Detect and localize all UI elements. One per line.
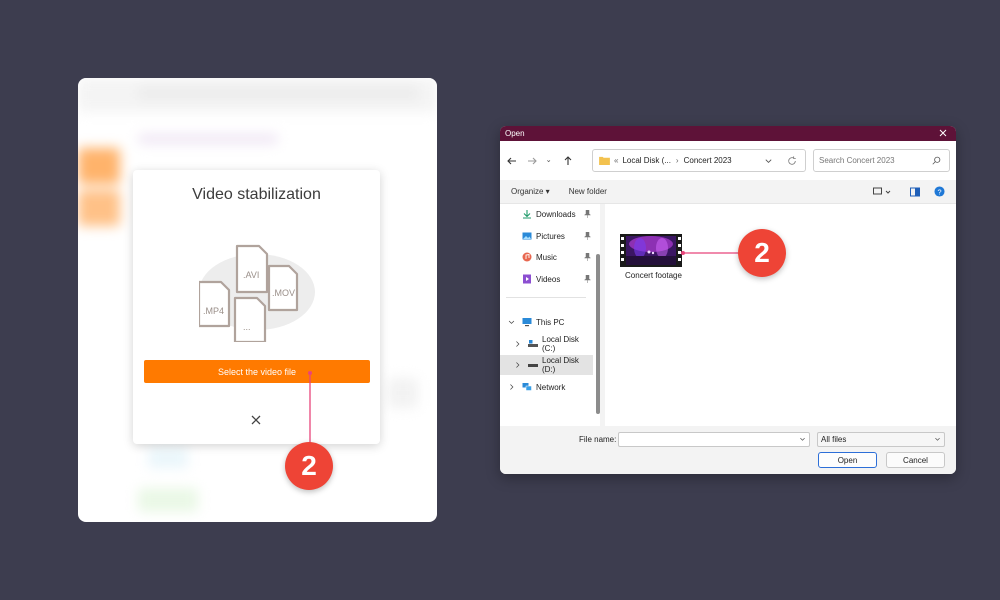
- preview-pane-icon[interactable]: [910, 187, 920, 197]
- nav-item-label: Local Disk (C:): [542, 335, 579, 353]
- more-label: ...: [243, 322, 251, 332]
- pin-icon[interactable]: [584, 253, 591, 261]
- nav-item-label: Network: [536, 382, 566, 392]
- more-file-icon: [233, 296, 267, 342]
- back-arrow-icon[interactable]: [506, 155, 518, 167]
- drive-icon: [528, 364, 538, 367]
- search-placeholder: Search Concert 2023: [819, 156, 895, 165]
- nav-item-videos[interactable]: Videos: [500, 269, 593, 289]
- command-bar: Organize ▾ New folder ?: [500, 180, 956, 204]
- file-name-input[interactable]: [618, 432, 810, 447]
- dialog-footer: File name: All files Open Cancel: [500, 426, 956, 474]
- navigation-bar: « Local Disk (... › Concert 2023 Search …: [500, 141, 956, 180]
- folder-icon: [599, 156, 610, 165]
- open-button[interactable]: Open: [818, 452, 877, 468]
- file-type-value: All files: [821, 435, 847, 444]
- nav-item-label: Videos: [536, 274, 561, 284]
- mp4-label: .MP4: [203, 306, 224, 316]
- chevron-down-icon[interactable]: [764, 157, 773, 166]
- mp4-file-icon: [199, 280, 231, 328]
- dialog-title: Video stabilization: [192, 186, 321, 203]
- left-callout-connector: [308, 371, 312, 446]
- close-icon[interactable]: [938, 128, 948, 138]
- mov-label: .MOV: [272, 288, 295, 298]
- file-name-field-label: File name:: [579, 435, 617, 444]
- nav-item-label: Local Disk (D:): [542, 356, 579, 374]
- nav-item-music[interactable]: Music: [500, 247, 593, 267]
- pin-icon[interactable]: [584, 210, 591, 218]
- breadcrumb-overflow[interactable]: «: [614, 156, 618, 165]
- help-icon[interactable]: ?: [934, 186, 945, 197]
- dialog-titlebar: Open: [500, 126, 956, 141]
- breadcrumb-current[interactable]: Concert 2023: [684, 156, 732, 165]
- pc-icon: [522, 318, 532, 327]
- pictures-icon: [522, 232, 532, 240]
- nav-item-label: Pictures: [536, 231, 565, 241]
- nav-item-label: Downloads: [536, 209, 576, 219]
- network-icon: [522, 383, 532, 391]
- nav-item-downloads[interactable]: Downloads: [500, 204, 593, 224]
- breadcrumb-separator: ›: [675, 156, 679, 165]
- up-arrow-icon[interactable]: [562, 155, 574, 167]
- nav-item-label: Music: [536, 252, 557, 262]
- forward-arrow-icon[interactable]: [526, 155, 538, 167]
- video-editor-window: Video stabilization .AVI .MOV .MP4 ... S…: [78, 78, 437, 522]
- pin-icon[interactable]: [584, 232, 591, 240]
- nav-item-local-disk-d[interactable]: Local Disk (D:): [500, 355, 593, 375]
- step-badge-left: 2: [285, 442, 333, 490]
- svg-text:?: ?: [937, 187, 941, 196]
- refresh-icon[interactable]: [787, 156, 797, 166]
- nav-item-network[interactable]: Network: [500, 377, 593, 397]
- file-name-label: Concert footage: [625, 271, 682, 280]
- nav-item-label: This PC: [536, 317, 565, 327]
- right-callout-connector: [681, 251, 740, 255]
- select-video-file-button[interactable]: Select the video file: [144, 360, 370, 383]
- video-stabilization-dialog: Video stabilization .AVI .MOV .MP4 ... S…: [133, 170, 380, 444]
- navigation-pane: Downloads Pictures Music Videos This PC: [500, 204, 600, 426]
- recent-locations-chevron-icon[interactable]: [546, 155, 554, 167]
- new-folder-button[interactable]: New folder: [569, 187, 607, 196]
- chevron-down-icon[interactable]: [799, 436, 806, 443]
- drive-icon: [528, 340, 538, 347]
- address-bar[interactable]: « Local Disk (... › Concert 2023: [592, 149, 806, 172]
- step-badge-right: 2: [738, 229, 786, 277]
- avi-file-icon: [235, 244, 269, 294]
- video-files-illustration: .AVI .MOV .MP4 ...: [199, 244, 315, 342]
- cancel-button[interactable]: Cancel: [886, 452, 945, 468]
- chevron-right-icon[interactable]: [508, 382, 515, 392]
- dialog-title: Open: [505, 129, 525, 138]
- organize-button[interactable]: Organize ▾: [511, 187, 550, 196]
- chevron-down-icon[interactable]: [934, 436, 941, 443]
- videos-icon: [523, 274, 531, 284]
- search-input[interactable]: Search Concert 2023: [813, 149, 950, 172]
- avi-label: .AVI: [243, 270, 259, 280]
- file-type-select[interactable]: All files: [817, 432, 945, 447]
- nav-item-local-disk-c[interactable]: Local Disk (C:): [500, 334, 593, 354]
- nav-item-this-pc[interactable]: This PC: [500, 312, 593, 332]
- nav-item-pictures[interactable]: Pictures: [500, 226, 593, 246]
- close-icon[interactable]: [249, 413, 263, 427]
- view-options-icon[interactable]: [873, 187, 893, 197]
- breadcrumb-parent[interactable]: Local Disk (...: [622, 156, 670, 165]
- search-icon: [932, 156, 941, 165]
- pin-icon[interactable]: [584, 275, 591, 283]
- open-file-dialog: Open « Local Disk (... › Concert 2023 Se…: [500, 126, 956, 474]
- music-icon: [522, 252, 532, 262]
- nav-separator: [506, 297, 586, 298]
- chevron-down-icon[interactable]: [508, 317, 515, 327]
- video-thumbnail: [620, 234, 682, 267]
- chevron-right-icon[interactable]: [514, 360, 521, 370]
- navigation-scrollbar[interactable]: [596, 254, 600, 414]
- chevron-right-icon[interactable]: [514, 339, 521, 349]
- download-icon: [523, 210, 531, 219]
